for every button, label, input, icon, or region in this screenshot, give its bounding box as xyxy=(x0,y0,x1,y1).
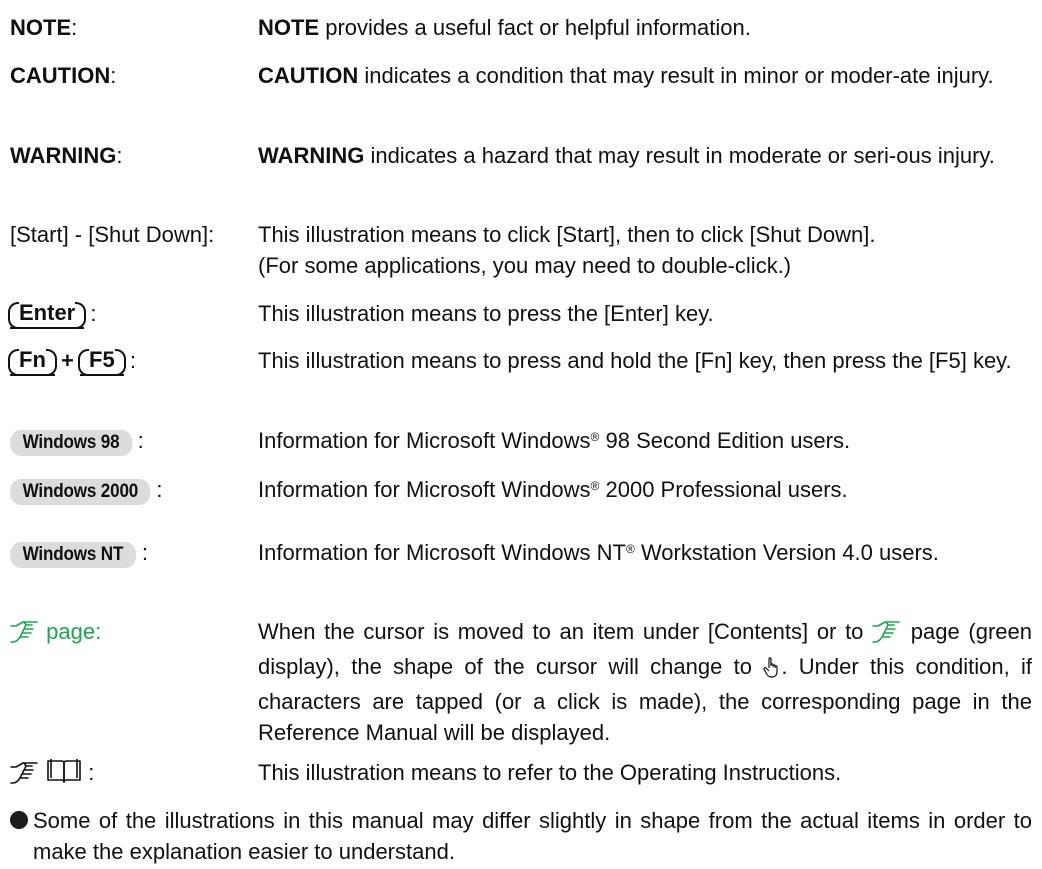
enter-key-description: This illustration means to press the [En… xyxy=(258,301,714,326)
note-term: NOTE: xyxy=(10,15,78,40)
fn-f5-term: Fn + F5 : xyxy=(8,345,136,376)
caution-description: CAUTION indicates a condition that may r… xyxy=(258,63,994,88)
fn-f5-colon: : xyxy=(129,348,136,373)
start-shutdown-line-2: (For some applications, you may need to … xyxy=(258,253,792,278)
windows-nt-description: Information for Microsoft Windows NT® Wo… xyxy=(258,540,939,565)
plus-sign: + xyxy=(61,348,74,373)
page-link-description: When the cursor is moved to an item unde… xyxy=(258,619,1033,745)
windows-98-term: Windows 98: xyxy=(10,425,144,456)
fn-key-cap: Fn xyxy=(8,348,57,376)
f5-key-cap: F5 xyxy=(78,348,126,376)
caution-term: CAUTION: xyxy=(10,63,117,88)
windows-nt-colon: : xyxy=(141,540,148,565)
pointing-hand-icon xyxy=(10,620,40,651)
windows-2000-term: Windows 2000: xyxy=(10,474,162,505)
enter-key-cap: Enter xyxy=(7,301,87,329)
start-shutdown-term: [Start] - [Shut Down]: xyxy=(10,222,215,247)
enter-key-colon: : xyxy=(90,301,97,326)
pointing-hand-icon[interactable] xyxy=(872,620,902,651)
warning-term: WARNING: xyxy=(10,143,123,168)
enter-key-term: Enter : xyxy=(7,298,97,329)
bullet-icon xyxy=(10,811,28,829)
windows-98-colon: : xyxy=(137,428,144,453)
fn-f5-description: This illustration means to press and hol… xyxy=(258,348,1012,373)
page-link-term[interactable]: page: xyxy=(10,616,101,651)
windows-2000-badge: Windows 2000 xyxy=(10,479,151,505)
windows-2000-description: Information for Microsoft Windows® 2000 … xyxy=(258,477,848,502)
start-shutdown-line-1: This illustration means to click [Start]… xyxy=(258,222,876,247)
manual-ref-term: : xyxy=(10,757,94,792)
manual-ref-description: This illustration means to refer to the … xyxy=(258,760,842,785)
start-shutdown-description: This illustration means to click [Start]… xyxy=(258,219,1032,281)
windows-nt-term: Windows NT: xyxy=(10,537,148,568)
windows-98-badge: Windows 98 xyxy=(10,430,133,456)
book-icon xyxy=(46,758,82,792)
pointing-hand-icon xyxy=(10,761,40,792)
windows-98-description: Information for Microsoft Windows® 98 Se… xyxy=(258,428,851,453)
windows-nt-badge: Windows NT xyxy=(10,542,136,568)
windows-2000-colon: : xyxy=(156,477,163,502)
bullet-text: Some of the illustrations in this manual… xyxy=(33,808,1032,864)
note-description: NOTE provides a useful fact or helpful i… xyxy=(258,15,751,40)
hand-cursor-icon xyxy=(763,655,781,686)
warning-description: WARNING indicates a hazard that may resu… xyxy=(258,143,995,168)
